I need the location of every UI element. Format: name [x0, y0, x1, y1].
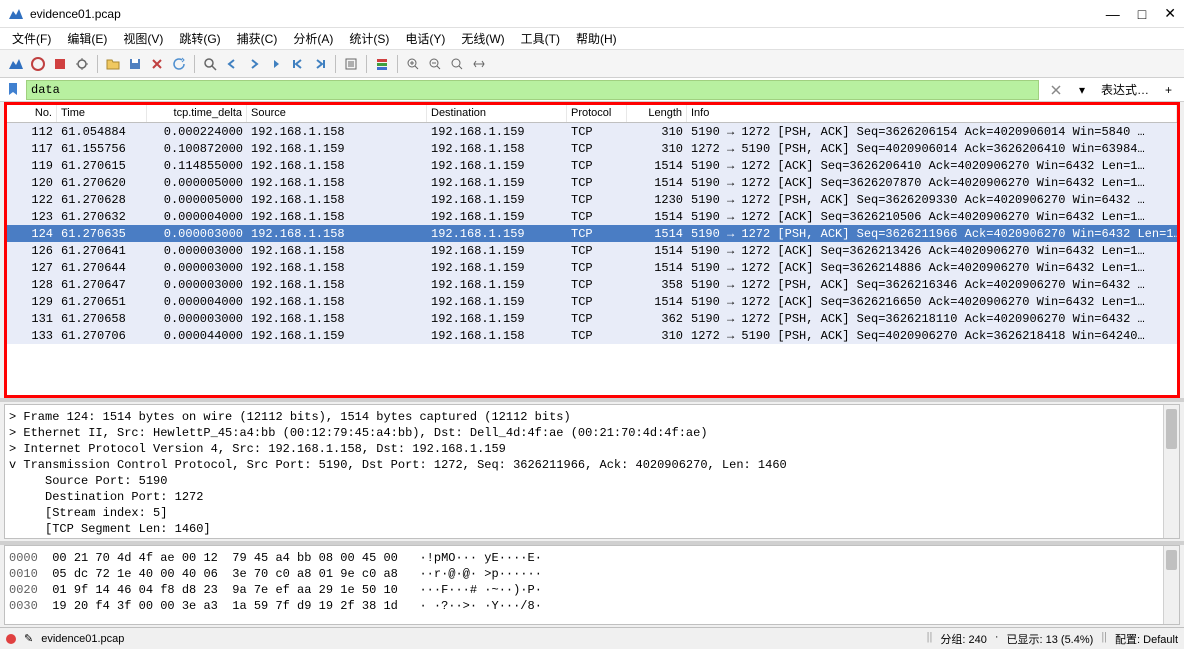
menu-statistics[interactable]: 统计(S): [343, 28, 395, 49]
packet-row[interactable]: 12061.2706200.000005000192.168.1.158192.…: [7, 174, 1177, 191]
next-packet-icon[interactable]: [244, 54, 264, 74]
detail-line[interactable]: > Internet Protocol Version 4, Src: 192.…: [9, 441, 1175, 457]
details-scrollbar[interactable]: [1163, 405, 1179, 538]
detail-line[interactable]: > Frame 124: 1514 bytes on wire (12112 b…: [9, 409, 1175, 425]
zoom-in-icon[interactable]: [403, 54, 423, 74]
add-filter-button[interactable]: +: [1159, 81, 1178, 99]
menu-edit[interactable]: 编辑(E): [61, 28, 113, 49]
filter-clear-icon[interactable]: [1043, 81, 1069, 99]
main-toolbar: [0, 50, 1184, 78]
splitter-top[interactable]: [0, 398, 1184, 402]
menu-telephony[interactable]: 电话(Y): [399, 28, 451, 49]
hex-line[interactable]: 0030 19 20 f4 3f 00 00 3e a3 1a 59 7f d9…: [9, 598, 1175, 614]
packet-list-body[interactable]: 11261.0548840.000224000192.168.1.158192.…: [7, 123, 1177, 395]
col-time[interactable]: Time: [57, 105, 147, 122]
packet-row[interactable]: 12661.2706410.000003000192.168.1.158192.…: [7, 242, 1177, 259]
display-filter-bar: ▾ 表达式… +: [0, 78, 1184, 102]
col-protocol[interactable]: Protocol: [567, 105, 627, 122]
packet-row[interactable]: 12861.2706470.000003000192.168.1.158192.…: [7, 276, 1177, 293]
close-button[interactable]: ✕: [1164, 5, 1176, 22]
status-profile[interactable]: 配置: Default: [1115, 631, 1178, 647]
title-bar: evidence01.pcap — □ ✕: [0, 0, 1184, 28]
col-destination[interactable]: Destination: [427, 105, 567, 122]
hex-line[interactable]: 0010 05 dc 72 1e 40 00 40 06 3e 70 c0 a8…: [9, 566, 1175, 582]
reload-icon[interactable]: [169, 54, 189, 74]
detail-line[interactable]: > Ethernet II, Src: HewlettP_45:a4:bb (0…: [9, 425, 1175, 441]
packet-row[interactable]: 12261.2706280.000005000192.168.1.158192.…: [7, 191, 1177, 208]
find-icon[interactable]: [200, 54, 220, 74]
capture-options-icon[interactable]: [72, 54, 92, 74]
restart-capture-icon[interactable]: [50, 54, 70, 74]
menu-help[interactable]: 帮助(H): [570, 28, 623, 49]
display-filter-input[interactable]: [26, 80, 1039, 100]
packet-row[interactable]: 12961.2706510.000004000192.168.1.158192.…: [7, 293, 1177, 310]
packet-row[interactable]: 13361.2707060.000044000192.168.1.159192.…: [7, 327, 1177, 344]
hex-line[interactable]: 0020 01 9f 14 46 04 f8 d8 23 9a 7e ef aa…: [9, 582, 1175, 598]
minimize-button[interactable]: —: [1106, 6, 1120, 22]
packet-row[interactable]: 13161.2706580.000003000192.168.1.158192.…: [7, 310, 1177, 327]
menu-analyze[interactable]: 分析(A): [287, 28, 339, 49]
status-displayed: 已显示: 13 (5.4%): [1007, 631, 1094, 647]
zoom-out-icon[interactable]: [425, 54, 445, 74]
menu-capture[interactable]: 捕获(C): [231, 28, 284, 49]
detail-line[interactable]: [TCP Segment Len: 1460]: [9, 521, 1175, 537]
detail-line[interactable]: Source Port: 5190: [9, 473, 1175, 489]
menu-tools[interactable]: 工具(T): [515, 28, 566, 49]
prev-packet-icon[interactable]: [222, 54, 242, 74]
packet-row[interactable]: 12461.2706350.000003000192.168.1.158192.…: [7, 225, 1177, 242]
goto-packet-icon[interactable]: [266, 54, 286, 74]
colorize-icon[interactable]: [372, 54, 392, 74]
menu-file[interactable]: 文件(F): [6, 28, 57, 49]
menu-wireless[interactable]: 无线(W): [455, 28, 510, 49]
packet-row[interactable]: 11961.2706150.114855000192.168.1.158192.…: [7, 157, 1177, 174]
last-packet-icon[interactable]: [310, 54, 330, 74]
filter-bookmark-icon[interactable]: [6, 82, 22, 98]
autoscroll-icon[interactable]: [341, 54, 361, 74]
status-file: evidence01.pcap: [41, 633, 926, 645]
packet-row[interactable]: 11761.1557560.100872000192.168.1.159192.…: [7, 140, 1177, 157]
hex-scrollbar[interactable]: [1163, 546, 1179, 624]
packet-row[interactable]: 12761.2706440.000003000192.168.1.158192.…: [7, 259, 1177, 276]
detail-line[interactable]: [Stream index: 5]: [9, 505, 1175, 521]
status-bar: ✎ evidence01.pcap || 分组: 240 · 已显示: 13 (…: [0, 627, 1184, 649]
packet-bytes-pane[interactable]: 0000 00 21 70 4d 4f ae 00 12 79 45 a4 bb…: [4, 545, 1180, 625]
stop-capture-icon[interactable]: [28, 54, 48, 74]
packet-row[interactable]: 12361.2706320.000004000192.168.1.158192.…: [7, 208, 1177, 225]
start-capture-icon[interactable]: [6, 54, 26, 74]
filter-apply-icon[interactable]: ▾: [1073, 81, 1091, 99]
edit-capture-icon[interactable]: ✎: [24, 632, 33, 645]
col-source[interactable]: Source: [247, 105, 427, 122]
first-packet-icon[interactable]: [288, 54, 308, 74]
zoom-reset-icon[interactable]: [447, 54, 467, 74]
window-title: evidence01.pcap: [30, 7, 1106, 21]
menu-bar: 文件(F) 编辑(E) 视图(V) 跳转(G) 捕获(C) 分析(A) 统计(S…: [0, 28, 1184, 50]
detail-line[interactable]: Destination Port: 1272: [9, 489, 1175, 505]
packet-details-pane[interactable]: > Frame 124: 1514 bytes on wire (12112 b…: [4, 404, 1180, 539]
maximize-button[interactable]: □: [1138, 6, 1146, 22]
open-file-icon[interactable]: [103, 54, 123, 74]
menu-view[interactable]: 视图(V): [117, 28, 169, 49]
detail-line[interactable]: v Transmission Control Protocol, Src Por…: [9, 457, 1175, 473]
expression-button[interactable]: 表达式…: [1095, 79, 1155, 100]
status-packets: 分组: 240: [940, 631, 986, 647]
col-delta[interactable]: tcp.time_delta: [147, 105, 247, 122]
save-file-icon[interactable]: [125, 54, 145, 74]
wireshark-icon: [8, 6, 24, 22]
expert-info-icon[interactable]: [6, 634, 16, 644]
menu-go[interactable]: 跳转(G): [173, 28, 226, 49]
close-file-icon[interactable]: [147, 54, 167, 74]
col-no[interactable]: No.: [7, 105, 57, 122]
hex-line[interactable]: 0000 00 21 70 4d 4f ae 00 12 79 45 a4 bb…: [9, 550, 1175, 566]
col-info[interactable]: Info: [687, 105, 1177, 122]
packet-list-header: No. Time tcp.time_delta Source Destinati…: [7, 105, 1177, 123]
resize-columns-icon[interactable]: [469, 54, 489, 74]
packet-list-pane: No. Time tcp.time_delta Source Destinati…: [4, 102, 1180, 398]
col-length[interactable]: Length: [627, 105, 687, 122]
packet-row[interactable]: 11261.0548840.000224000192.168.1.158192.…: [7, 123, 1177, 140]
